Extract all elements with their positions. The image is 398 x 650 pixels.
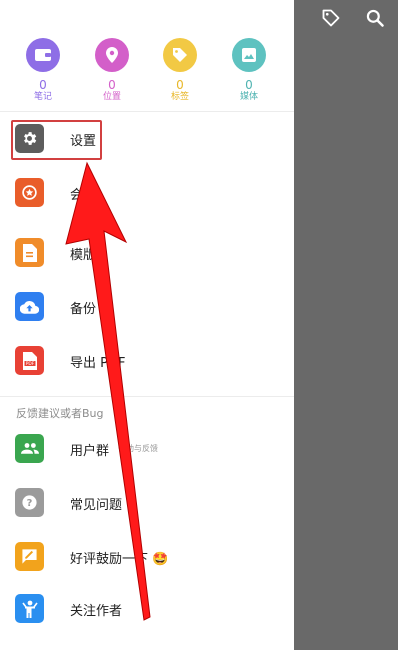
stat-count: 0 [108,78,116,92]
stat-label: 位置 [102,92,121,102]
svg-text:?: ? [27,498,33,509]
stat-media[interactable]: 0 媒体 [222,38,276,103]
stat-tags[interactable]: 0 标签 [153,38,207,103]
navigation-drawer: 0 笔记 0 位置 0 标签 0 媒体 设置 会 模版 备份 PDF 导出 PD… [0,0,294,650]
pdf-file-icon: PDF [15,346,44,375]
divider [0,111,294,112]
menu-label: 好评鼓励一下 🤩 [70,552,169,567]
group-icon [15,434,44,463]
menu-item-template[interactable]: 模版 [0,228,294,280]
stat-notes[interactable]: 0 笔记 [16,38,70,103]
menu-label: 关注作者 [70,604,123,619]
rating-icon [15,542,44,571]
person-icon [15,594,44,623]
stat-label: 标签 [170,92,189,102]
menu-label: 会 [70,188,84,203]
search-icon[interactable] [365,8,385,28]
menu-sublabel: 帮助与反馈 [118,444,158,453]
stat-label: 笔记 [33,92,52,102]
menu-label: 备份 [70,302,97,317]
menu-label: 常见问题 [70,498,123,513]
divider [0,396,294,397]
menu-label: 模版 [70,248,97,263]
menu-item-faq[interactable]: ? 常见问题 [0,478,294,530]
menu-item-backup[interactable]: 备份 [0,282,294,334]
settings-highlight-box [11,120,102,160]
star-badge-icon [15,178,44,207]
stat-locations[interactable]: 0 位置 [85,38,139,103]
stat-label: 媒体 [239,92,258,102]
tag-outline-icon[interactable] [321,8,341,28]
menu-label: 导出 PDF [70,356,126,371]
question-icon: ? [15,488,44,517]
menu-item-rate[interactable]: 好评鼓励一下 🤩 [0,532,294,584]
stat-count: 0 [176,78,184,92]
menu-label: 用户群 [70,444,110,459]
svg-text:PDF: PDF [25,361,34,367]
menu-item-follow-author[interactable]: 关注作者 [0,584,294,636]
stat-count: 0 [39,78,47,92]
document-icon [15,238,44,267]
menu-item-member[interactable]: 会 [0,168,294,220]
folder-icon [26,38,60,72]
section-header-feedback: 反馈建议或者Bug [16,407,104,420]
location-pin-icon [95,38,129,72]
menu-item-export-pdf[interactable]: PDF 导出 PDF [0,336,294,388]
tag-icon [163,38,197,72]
image-icon [232,38,266,72]
menu-item-user-group[interactable]: 用户群 帮助与反馈 [0,424,294,476]
drawer-scrim[interactable] [294,0,398,650]
cloud-upload-icon [15,292,44,321]
stat-count: 0 [245,78,253,92]
